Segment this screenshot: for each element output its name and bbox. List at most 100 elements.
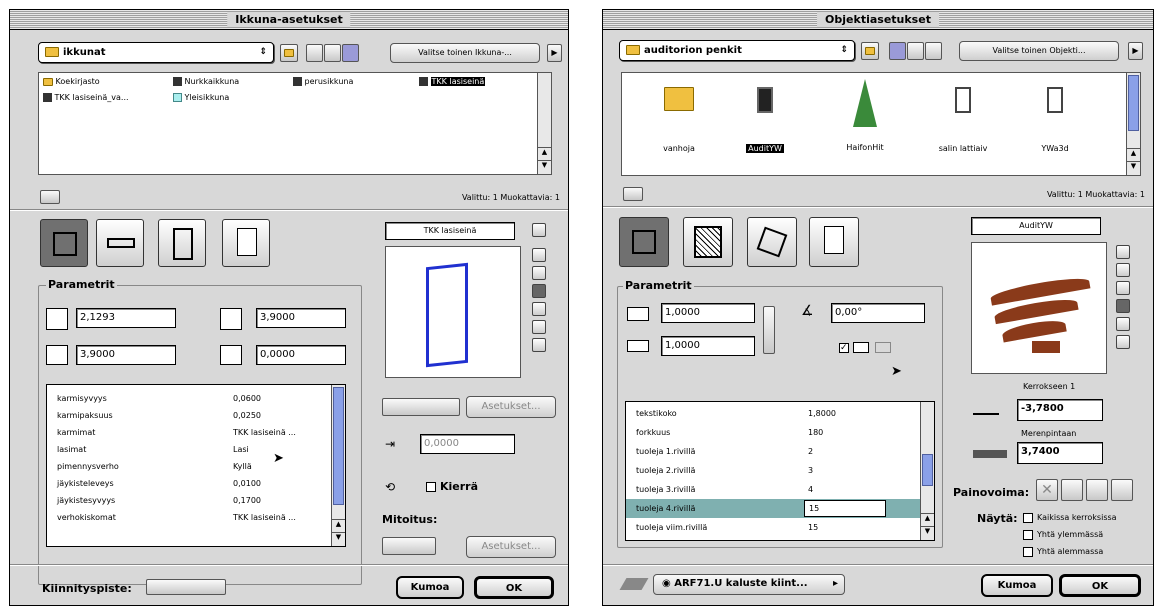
scroll-thumb[interactable] (333, 387, 344, 505)
parameter-list[interactable]: karmisyvyys 0,0600 karmipaksuus 0,0250 kar… (46, 384, 346, 547)
scroll-thumb[interactable] (1128, 75, 1139, 131)
list-item[interactable]: perusikkuna (293, 77, 353, 86)
height-field[interactable]: 3,9000 (256, 308, 346, 328)
parameter-row-selected[interactable]: tuoleja 4.rivillä 15 (626, 499, 920, 518)
library-item[interactable]: salin lattiaiv (928, 87, 998, 153)
view-plan-button[interactable] (532, 248, 546, 262)
width-field[interactable]: 2,1293 (76, 308, 176, 328)
list-item[interactable]: TKK lasiseinä_va... (43, 93, 129, 102)
view-front-button[interactable] (532, 266, 546, 280)
view-3d-button[interactable] (532, 302, 546, 316)
anchor-point-picker[interactable] (146, 579, 226, 595)
view-side-button[interactable] (532, 284, 546, 298)
parameter-row[interactable]: forkkuus 180 (626, 423, 920, 442)
choose-other-button[interactable]: Valitse toinen Objekti... (959, 41, 1119, 61)
library-item[interactable]: vanhoja (644, 87, 714, 153)
expand-arrow-button[interactable]: ▶ (547, 44, 562, 62)
parameter-row[interactable]: tuoleja viim.rivillä 15 (626, 518, 920, 537)
tab-3d-view-icon[interactable] (747, 217, 797, 267)
ok-button[interactable]: OK (1059, 574, 1141, 597)
parameter-scrollbar[interactable]: ▲ ▼ (331, 385, 345, 546)
library-item-list[interactable]: Koekirjasto Nurkkaikkuna perusikkuna TKK… (38, 72, 552, 175)
rotate-checkbox[interactable] (426, 482, 436, 492)
view-large-icons-button[interactable] (342, 44, 359, 62)
sea-level-field[interactable]: 3,7400 (1017, 442, 1103, 464)
title-bar[interactable]: Objektiasetukset (603, 10, 1153, 30)
tab-plan-symbol-icon[interactable] (96, 219, 144, 267)
view-plan-button[interactable] (1116, 245, 1130, 259)
layer-select[interactable]: ◉ ARF71.U kaluste kiint... ▸ (653, 574, 845, 595)
scroll-up-icon[interactable]: ▲ (921, 513, 934, 526)
y-size-field[interactable]: 1,0000 (661, 336, 755, 356)
open-folder-button[interactable] (861, 42, 879, 60)
scroll-down-icon[interactable]: ▼ (332, 532, 345, 546)
view-large-icons-button[interactable] (925, 42, 942, 60)
grid-scrollbar[interactable]: ▲ ▼ (1126, 73, 1140, 175)
open-folder-button[interactable] (280, 44, 298, 62)
view-list-button[interactable] (907, 42, 924, 60)
view-small-icons-button[interactable] (889, 42, 906, 60)
settings-button-2[interactable]: Asetukset... (466, 536, 556, 558)
view-list-button[interactable] (324, 44, 341, 62)
dimension-style-picker[interactable] (382, 537, 436, 555)
height2-field[interactable]: 3,9000 (76, 345, 176, 365)
list-scrollbar[interactable]: ▲ ▼ (537, 73, 551, 174)
scroll-up-icon[interactable]: ▲ (1127, 148, 1140, 161)
tab-parameters-icon[interactable] (40, 219, 88, 267)
view-list-button[interactable] (1116, 335, 1130, 349)
library-item-selected[interactable]: AuditYW (730, 87, 800, 153)
view-list-button[interactable] (532, 338, 546, 352)
tab-listing-icon[interactable] (809, 217, 859, 267)
gravity-mesh-icon[interactable] (1111, 479, 1133, 501)
parameter-row[interactable]: tuoleja 3.rivillä 4 (626, 480, 920, 499)
library-select[interactable]: auditorion penkit ⇕ (619, 40, 855, 61)
parameter-row[interactable]: tuoleja 1.rivillä 2 (626, 442, 920, 461)
scroll-down-icon[interactable]: ▼ (1127, 161, 1140, 175)
tab-parameters-icon[interactable] (619, 217, 669, 267)
scroll-down-icon[interactable]: ▼ (538, 160, 551, 174)
library-select[interactable]: ikkunat ⇕ (38, 42, 274, 63)
gravity-slab-icon[interactable] (1061, 479, 1083, 501)
list-item-selected[interactable]: TKK lasiseinä (419, 77, 486, 86)
view-side-button[interactable] (1116, 281, 1130, 295)
offset-field[interactable]: 0,0000 (420, 434, 515, 454)
parameter-scrollbar[interactable]: ▲ ▼ (920, 402, 934, 540)
show-all-floors-checkbox[interactable] (1023, 513, 1033, 523)
link-ratio-button[interactable] (763, 306, 775, 354)
parameter-list[interactable]: tekstikoko 1,8000 forkkuus 180 tuoleja 1.r… (625, 401, 935, 541)
title-bar[interactable]: Ikkuna-asetukset (10, 10, 568, 30)
view-elevation-button[interactable] (532, 320, 546, 334)
sill-field[interactable]: 0,0000 (256, 345, 346, 365)
angle-field[interactable]: 0,00° (831, 303, 925, 323)
list-item[interactable]: Koekirjasto (43, 77, 100, 86)
gravity-roof-icon[interactable] (1086, 479, 1108, 501)
x-size-field[interactable]: 1,0000 (661, 303, 755, 323)
tab-plan-symbol-icon[interactable] (683, 217, 733, 267)
show-above-checkbox[interactable] (1023, 530, 1033, 540)
scroll-up-icon[interactable]: ▲ (332, 519, 345, 532)
scroll-down-icon[interactable]: ▼ (921, 526, 934, 540)
ok-button[interactable]: OK (474, 576, 554, 599)
elevation-field[interactable]: -3,7800 (1017, 399, 1103, 421)
view-3d-button[interactable] (1116, 299, 1130, 313)
view-small-icons-button[interactable] (306, 44, 323, 62)
preview-toggle-button[interactable] (532, 223, 546, 237)
settings-button-1[interactable]: Asetukset... (466, 396, 556, 418)
opening-icon[interactable] (382, 398, 460, 416)
tab-listing-icon[interactable] (222, 219, 270, 267)
parameter-row[interactable]: verhokiskomat TKK lasiseinä ... (47, 508, 331, 527)
library-item-grid[interactable]: vanhoja AuditYW HaifonHit salin lattiaiv… (621, 72, 1141, 176)
choose-other-button[interactable]: Valitse toinen Ikkuna-... (390, 43, 540, 63)
expand-arrow-button[interactable]: ▶ (1128, 42, 1143, 60)
show-below-checkbox[interactable] (1023, 547, 1033, 557)
cancel-button[interactable]: Kumoa (396, 576, 464, 599)
tab-3d-view-icon[interactable] (158, 219, 206, 267)
cancel-button[interactable]: Kumoa (981, 574, 1053, 597)
scroll-up-icon[interactable]: ▲ (538, 147, 551, 160)
panel-toggle-button[interactable] (623, 187, 643, 201)
gravity-off-icon[interactable]: ✕ (1036, 479, 1058, 501)
parameter-row[interactable]: tekstikoko 1,8000 (626, 404, 920, 423)
view-front-button[interactable] (1116, 263, 1130, 277)
library-item[interactable]: HaifonHit (830, 79, 900, 152)
scroll-thumb[interactable] (922, 454, 933, 486)
